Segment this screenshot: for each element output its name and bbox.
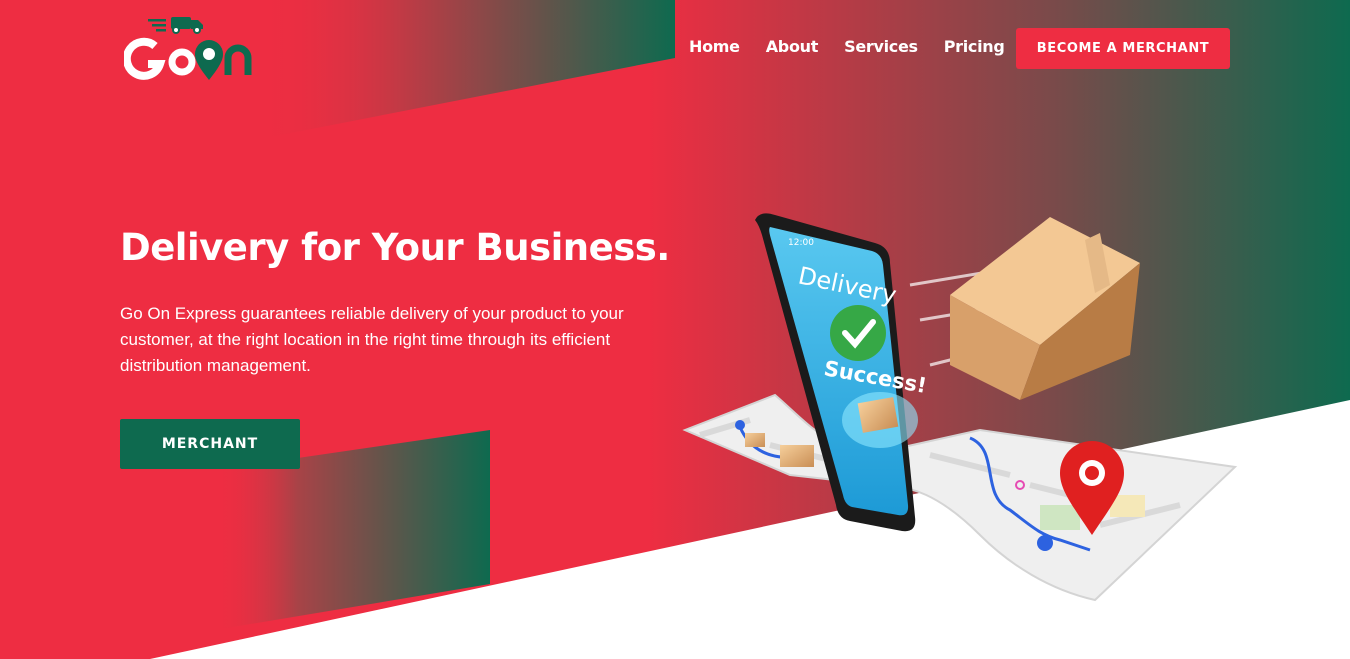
nav-pricing-link[interactable]: Pricing — [944, 37, 1005, 56]
phone-time-text: 12:00 — [788, 238, 814, 248]
nav-about-link[interactable]: About — [766, 37, 819, 56]
success-check-icon — [830, 305, 886, 361]
smartphone-image: 12:00 Delivery Success! — [755, 213, 929, 532]
hero-title: Delivery for Your Business. — [120, 226, 670, 269]
nav-services-link[interactable]: Services — [844, 37, 918, 56]
become-merchant-button[interactable]: BECOME A MERCHANT — [1016, 28, 1230, 69]
map-illustration — [682, 393, 1238, 602]
nav-home-link[interactable]: Home — [689, 37, 740, 56]
brand-logo[interactable] — [124, 16, 259, 82]
hero-description: Go On Express guarantees reliable delive… — [120, 304, 624, 375]
merchant-button[interactable]: MERCHANT — [120, 419, 300, 469]
package-box-image — [909, 217, 1140, 400]
main-nav: Home About Services Pricing — [689, 37, 1005, 56]
delivery-truck-icon — [148, 17, 203, 34]
delivery-illustration: 12:00 Delivery Success! — [682, 213, 1238, 602]
location-pin-icon — [195, 40, 223, 80]
